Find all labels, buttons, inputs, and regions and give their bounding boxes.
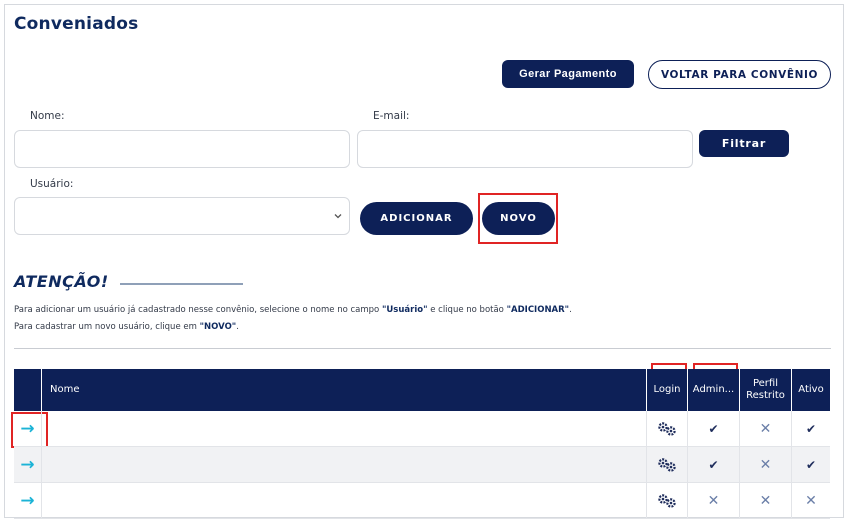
email-input[interactable] [357, 130, 693, 168]
notice-line-2: Para cadastrar um novo usuário, clique e… [14, 322, 239, 332]
chevron-down-icon [334, 214, 342, 219]
row-nome [42, 411, 647, 446]
usuario-select[interactable] [14, 197, 350, 235]
notice-title: ATENÇÃO! [14, 272, 109, 291]
row-select-button[interactable]: → [14, 483, 42, 518]
check-icon: ✔ [805, 457, 817, 472]
header-perfil-restrito[interactable]: Perfil Restrito [740, 369, 792, 411]
login-button[interactable] [647, 447, 688, 482]
section-divider [14, 348, 831, 349]
conveniados-table: Nome Login Admin... Perfil Restrito Ativ… [14, 369, 830, 519]
usuario-label: Usuário: [30, 178, 74, 190]
admin-cell[interactable]: ✔ [688, 447, 740, 482]
table-row: → ✔ ✕ ✔ [14, 411, 830, 447]
ativo-cell[interactable]: ✕ [792, 483, 830, 518]
cross-icon: ✕ [759, 420, 772, 437]
adicionar-button[interactable]: ADICIONAR [360, 202, 473, 235]
header-admin[interactable]: Admin... [688, 369, 740, 411]
gears-icon [658, 421, 676, 436]
gerar-pagamento-button[interactable]: Gerar Pagamento [502, 60, 634, 88]
nome-label: Nome: [30, 110, 65, 122]
voltar-convenio-button[interactable]: VOLTAR PARA CONVÊNIO [648, 60, 831, 89]
header-nome[interactable]: Nome [42, 369, 647, 411]
ativo-cell[interactable]: ✔ [792, 411, 830, 446]
check-icon: ✔ [805, 421, 817, 436]
perfil-cell[interactable]: ✕ [740, 411, 792, 446]
row-nome [42, 483, 647, 518]
row-select-button[interactable]: → [14, 447, 42, 482]
cross-icon: ✕ [805, 492, 817, 509]
email-label: E-mail: [373, 110, 410, 122]
table-header: Nome Login Admin... Perfil Restrito Ativ… [14, 369, 830, 411]
arrow-right-icon: → [20, 490, 35, 511]
filtrar-button[interactable]: Filtrar [699, 130, 789, 157]
login-button[interactable] [647, 411, 688, 446]
perfil-cell[interactable]: ✕ [740, 447, 792, 482]
perfil-cell[interactable]: ✕ [740, 483, 792, 518]
gears-icon [658, 457, 676, 472]
check-icon: ✔ [708, 457, 719, 472]
page-title: Conveniados [14, 14, 139, 34]
check-icon: ✔ [708, 421, 719, 436]
login-button[interactable] [647, 483, 688, 518]
nome-input[interactable] [14, 130, 350, 168]
row-select-button[interactable]: → [14, 411, 42, 446]
table-row: → ✕ ✕ ✕ [14, 483, 830, 519]
ativo-cell[interactable]: ✔ [792, 447, 830, 482]
notice-divider [120, 283, 243, 285]
admin-cell[interactable]: ✔ [688, 411, 740, 446]
row-nome [42, 447, 647, 482]
header-ativo[interactable]: Ativo [792, 369, 830, 411]
cross-icon: ✕ [707, 492, 720, 509]
arrow-right-icon: → [20, 454, 35, 475]
notice-line-1: Para adicionar um usuário já cadastrado … [14, 305, 572, 315]
cross-icon: ✕ [759, 456, 772, 473]
arrow-right-icon: → [20, 418, 35, 439]
header-login[interactable]: Login [647, 369, 688, 411]
gears-icon [658, 493, 676, 508]
highlight-novo [478, 193, 558, 244]
table-row: → ✔ ✕ ✔ [14, 447, 830, 483]
header-action [14, 369, 42, 411]
cross-icon: ✕ [759, 492, 772, 509]
admin-cell[interactable]: ✕ [688, 483, 740, 518]
